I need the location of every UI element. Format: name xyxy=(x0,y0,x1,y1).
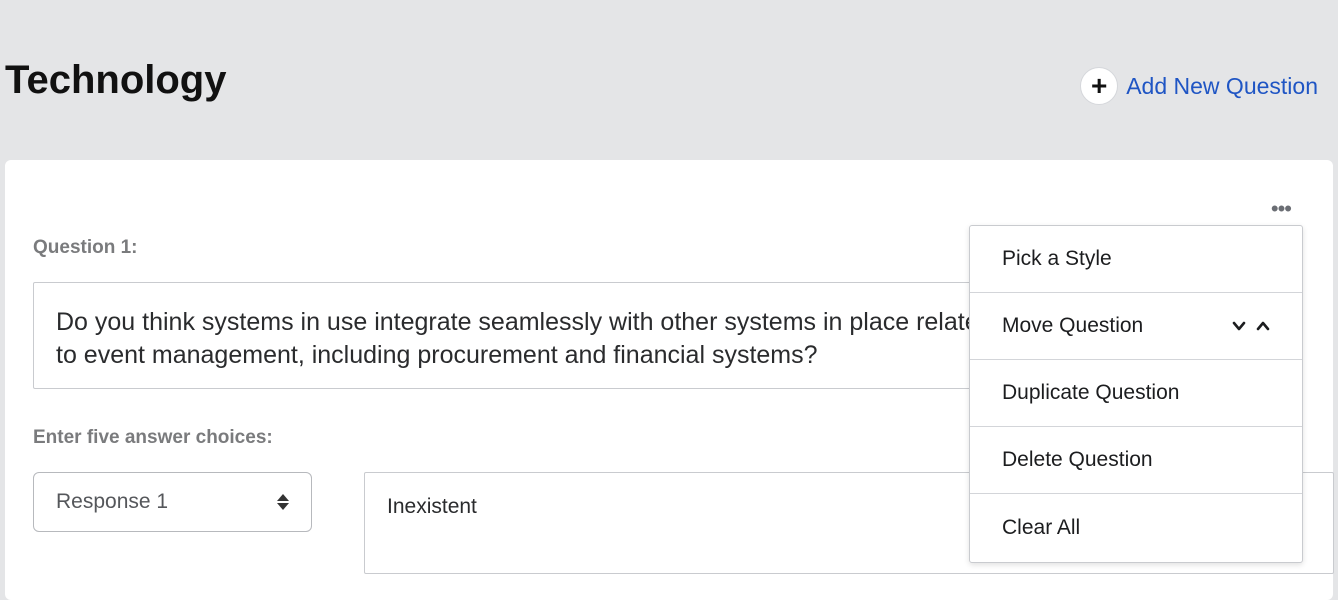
response-select[interactable]: Response 1 xyxy=(33,472,312,532)
chevron-down-icon[interactable] xyxy=(1232,319,1246,333)
response-select-value: Response 1 xyxy=(56,490,169,513)
add-new-question-button[interactable]: + Add New Question xyxy=(1080,67,1318,105)
plus-icon[interactable]: + xyxy=(1080,67,1119,105)
chevron-up-icon[interactable] xyxy=(1256,319,1270,333)
page-title: Technology xyxy=(5,58,227,102)
menu-item-clear-all[interactable]: Clear All xyxy=(970,494,1302,561)
menu-item-pick-a-style[interactable]: Pick a Style xyxy=(970,226,1302,293)
answer-choices-label: Enter five answer choices: xyxy=(33,427,273,448)
menu-item-label: Delete Question xyxy=(1002,448,1153,471)
menu-item-delete-question[interactable]: Delete Question xyxy=(970,427,1302,494)
add-new-question-label[interactable]: Add New Question xyxy=(1126,73,1318,100)
more-options-icon[interactable]: ••• xyxy=(1271,198,1292,220)
sort-arrows-icon xyxy=(277,494,289,510)
menu-item-label: Clear All xyxy=(1002,515,1081,539)
menu-item-duplicate-question[interactable]: Duplicate Question xyxy=(970,360,1302,427)
menu-item-move-question[interactable]: Move Question xyxy=(970,293,1302,360)
page-header: Technology + Add New Question xyxy=(0,0,1338,160)
move-arrows xyxy=(1232,319,1270,333)
question-options-menu: Pick a Style Move Question Duplicate Que… xyxy=(969,225,1303,563)
menu-item-label: Move Question xyxy=(1002,314,1144,337)
menu-item-label: Duplicate Question xyxy=(1002,381,1180,404)
question-text-input[interactable]: Do you think systems in use integrate se… xyxy=(33,282,1033,389)
question-label: Question 1: xyxy=(33,237,138,258)
menu-item-label: Pick a Style xyxy=(1002,247,1112,270)
